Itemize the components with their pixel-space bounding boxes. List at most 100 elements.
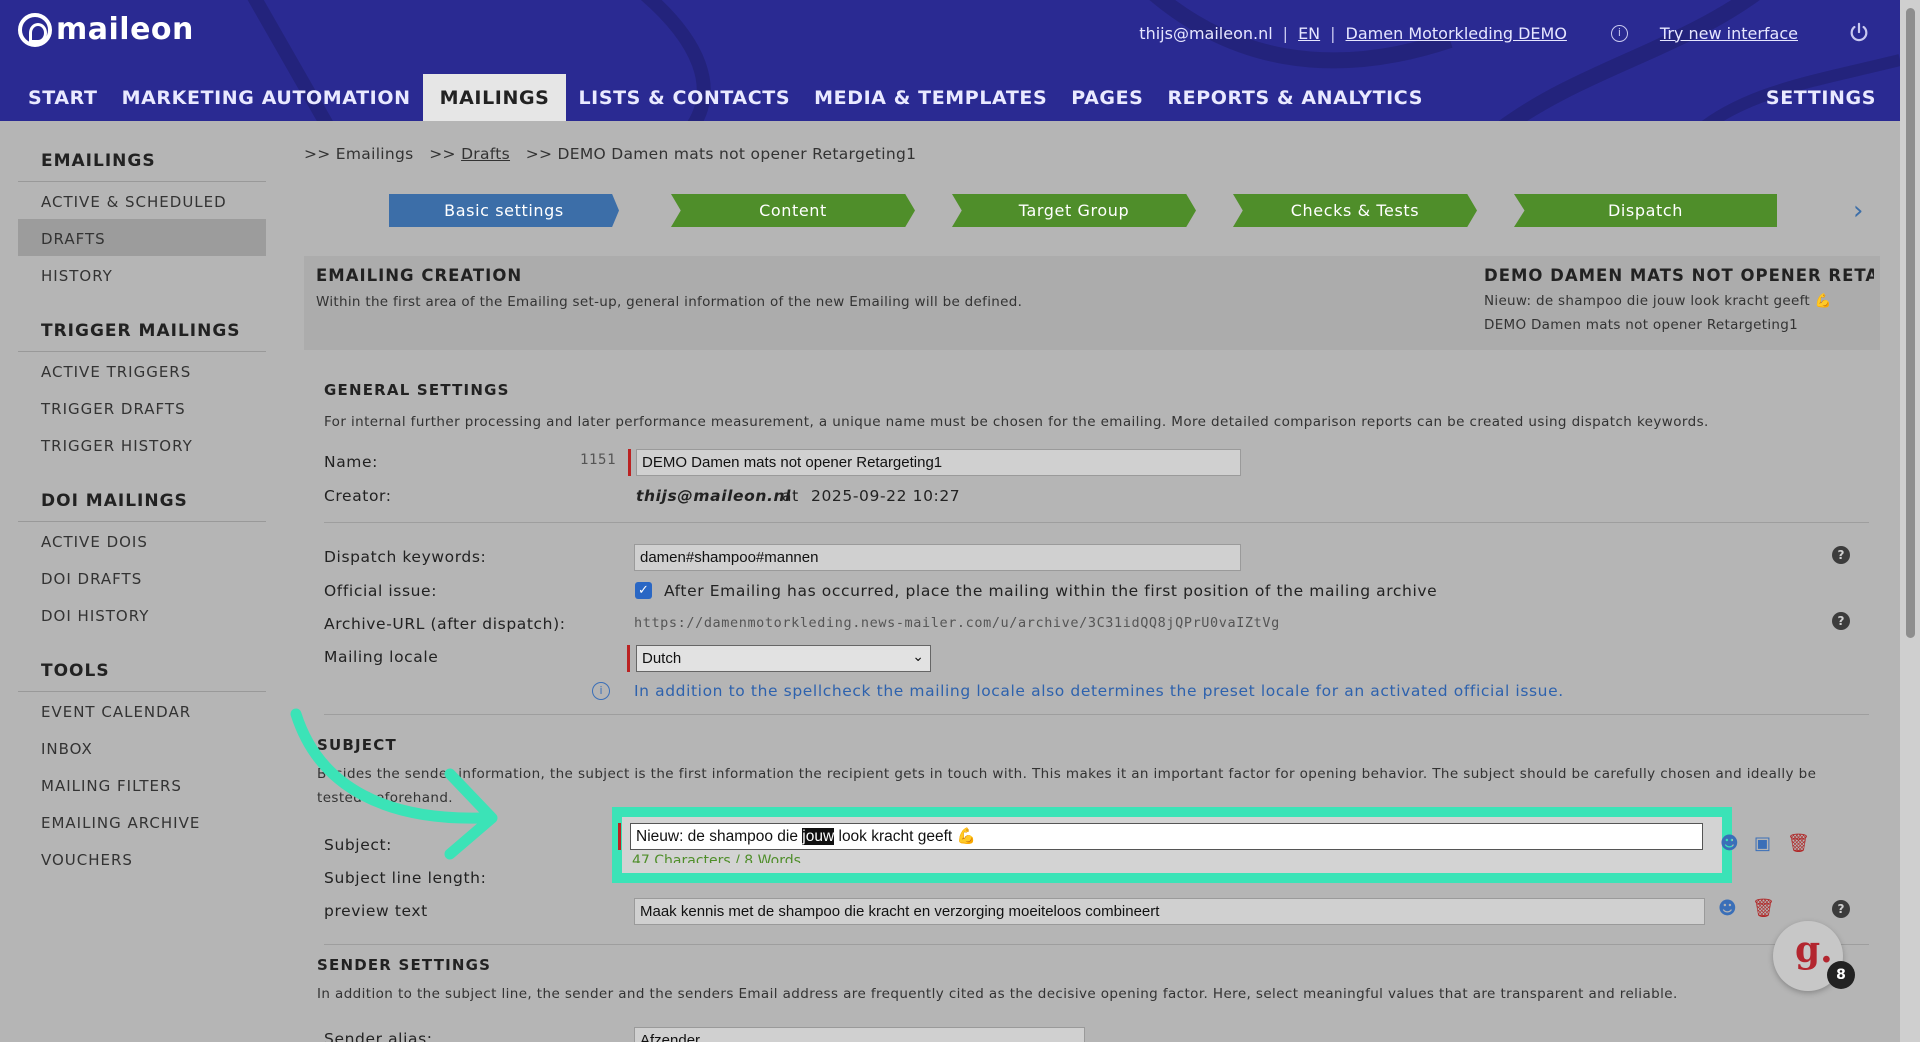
subject-selected-word: jouw	[802, 828, 835, 845]
mailing-locale-value: Dutch	[642, 650, 682, 667]
account-link[interactable]: Damen Motorkleding DEMO	[1346, 24, 1567, 43]
preview-text-input[interactable]: Maak kennis met de shampoo die kracht en…	[634, 898, 1705, 925]
sidebar-item-drafts[interactable]: DRAFTS	[18, 219, 266, 256]
name-input[interactable]: DEMO Damen mats not opener Retargeting1	[636, 449, 1241, 476]
language-link[interactable]: EN	[1298, 24, 1320, 43]
sender-alias-label: Sender alias:	[324, 1030, 433, 1042]
archive-url-value: https://damenmotorkleding.news-mailer.co…	[634, 615, 1280, 631]
step-content[interactable]: Content	[671, 194, 915, 227]
chat-logo: g.	[1795, 929, 1833, 971]
official-issue-checkbox[interactable]: ✓	[635, 582, 652, 599]
info-icon: i	[592, 682, 610, 700]
sidebar-group-title: TOOLS	[18, 661, 266, 692]
official-issue-label: Official issue:	[324, 582, 438, 600]
required-marker	[628, 449, 631, 476]
sidebar-item-doi-history[interactable]: DOI HISTORY	[18, 596, 266, 633]
nav-lists-contacts[interactable]: LISTS & CONTACTS	[566, 74, 802, 121]
help-icon[interactable]: ?	[1832, 546, 1850, 564]
subject-highlight-box: Nieuw: de shampoo die jouw look kracht g…	[612, 807, 1732, 883]
locale-note: In addition to the spellcheck the mailin…	[634, 682, 1564, 700]
sidebar-item-active-scheduled[interactable]: ACTIVE & SCHEDULED	[18, 182, 266, 219]
sender-settings-description: In addition to the subject line, the sen…	[317, 986, 1678, 1002]
step-target-group[interactable]: Target Group	[952, 194, 1196, 227]
subject-text-after: look kracht geeft 💪	[834, 828, 976, 845]
separator: |	[1282, 23, 1289, 43]
nav-settings[interactable]: SETTINGS	[1766, 87, 1876, 109]
main-nav: START MARKETING AUTOMATION MAILINGS LIST…	[16, 74, 1435, 121]
personalize-icon[interactable]: ▣	[1754, 833, 1771, 854]
sidebar-group-tools: TOOLS EVENT CALENDAR INBOX MAILING FILTE…	[18, 661, 266, 877]
divider	[324, 714, 1869, 715]
emoji-icon[interactable]: ☻	[1718, 898, 1737, 919]
nav-mailings[interactable]: MAILINGS	[422, 74, 567, 121]
breadcrumb-drafts-link[interactable]: Drafts	[461, 145, 510, 163]
sidebar-item-trigger-drafts[interactable]: TRIGGER DRAFTS	[18, 389, 266, 426]
sidebar-item-active-dois[interactable]: ACTIVE DOIS	[18, 522, 266, 559]
breadcrumb-emailings: >> Emailings	[304, 145, 414, 163]
sidebar-item-event-calendar[interactable]: EVENT CALENDAR	[18, 692, 266, 729]
sidebar-item-inbox[interactable]: INBOX	[18, 729, 266, 766]
try-new-interface-link[interactable]: Try new interface	[1660, 24, 1798, 43]
name-label: Name:	[324, 453, 378, 471]
maileon-logo[interactable]: maileon	[18, 12, 194, 47]
sidebar-group-trigger-mailings: TRIGGER MAILINGS ACTIVE TRIGGERS TRIGGER…	[18, 321, 266, 463]
mailing-id: 1151	[580, 452, 617, 468]
sidebar-item-history[interactable]: HISTORY	[18, 256, 266, 293]
separator: |	[1330, 23, 1336, 43]
sidebar-item-doi-drafts[interactable]: DOI DRAFTS	[18, 559, 266, 596]
subject-input[interactable]: Nieuw: de shampoo die jouw look kracht g…	[630, 823, 1703, 850]
user-bar: thijs@maileon.nl | EN | Damen Motorkledi…	[1139, 22, 1870, 44]
archive-url-label: Archive-URL (after dispatch):	[324, 615, 566, 633]
next-step-chevron-icon[interactable]: ›	[1853, 196, 1863, 226]
help-icon[interactable]: ?	[1832, 612, 1850, 630]
mailing-locale-label: Mailing locale	[324, 648, 439, 666]
subject-length-value: 47 Characters / 8 Words	[632, 853, 801, 863]
sidebar-item-active-triggers[interactable]: ACTIVE TRIGGERS	[18, 352, 266, 389]
logo-text: maileon	[56, 12, 194, 47]
notification-badge: 8	[1827, 961, 1855, 989]
chevron-down-icon: ⌄	[912, 648, 924, 664]
breadcrumb: >> Emailings >> Drafts >> DEMO Damen mat…	[304, 145, 916, 163]
help-icon[interactable]: ?	[1832, 900, 1850, 918]
sidebar-group-title: TRIGGER MAILINGS	[18, 321, 266, 352]
step-basic-settings[interactable]: Basic settings	[389, 194, 619, 227]
step-checks-tests[interactable]: Checks & Tests	[1233, 194, 1477, 227]
nav-marketing-automation[interactable]: MARKETING AUTOMATION	[110, 74, 423, 121]
dispatch-keywords-input[interactable]: damen#shampoo#mannen	[634, 544, 1241, 571]
scrollbar-thumb[interactable]	[1906, 8, 1915, 638]
creation-description: Within the first area of the Emailing se…	[316, 294, 1023, 310]
chat-widget-button[interactable]: g. 8	[1773, 921, 1855, 991]
summary-subject: Nieuw: de shampoo die jouw look kracht g…	[1484, 293, 1832, 309]
required-marker	[618, 823, 621, 850]
creation-title: EMAILING CREATION	[316, 266, 523, 285]
nav-media-templates[interactable]: MEDIA & TEMPLATES	[802, 74, 1059, 121]
trash-icon[interactable]: 🗑	[1787, 833, 1810, 854]
sender-alias-input[interactable]: Afzender	[634, 1027, 1085, 1042]
nav-reports-analytics[interactable]: REPORTS & ANALYTICS	[1155, 74, 1435, 121]
app-header: maileon thijs@maileon.nl | EN | Damen Mo…	[0, 0, 1900, 121]
creator-at: at	[782, 487, 799, 505]
sidebar-item-mailing-filters[interactable]: MAILING FILTERS	[18, 766, 266, 803]
divider	[324, 944, 1869, 945]
subject-section-description: Besides the sender information, the subj…	[317, 762, 1887, 810]
power-icon[interactable]	[1848, 22, 1870, 44]
sidebar-item-emailing-archive[interactable]: EMAILING ARCHIVE	[18, 803, 266, 840]
info-icon[interactable]: i	[1610, 24, 1628, 42]
step-dispatch[interactable]: Dispatch	[1514, 194, 1777, 227]
sidebar-item-vouchers[interactable]: VOUCHERS	[18, 840, 266, 877]
sidebar-item-trigger-history[interactable]: TRIGGER HISTORY	[18, 426, 266, 463]
preview-text-label: preview text	[324, 902, 428, 920]
page-scrollbar[interactable]	[1900, 0, 1920, 1042]
emoji-icon[interactable]: ☻	[1720, 833, 1739, 854]
sidebar-group-doi-mailings: DOI MAILINGS ACTIVE DOIS DOI DRAFTS DOI …	[18, 491, 266, 633]
mailing-locale-select[interactable]: Dutch ⌄	[636, 645, 931, 672]
general-settings-description: For internal further processing and late…	[324, 414, 1709, 430]
logo-mark-icon	[18, 12, 52, 47]
divider	[324, 522, 1869, 523]
trash-icon[interactable]: 🗑	[1752, 898, 1775, 919]
breadcrumb-current: >> DEMO Damen mats not opener Retargetin…	[525, 145, 917, 163]
nav-start[interactable]: START	[16, 74, 110, 121]
summary-name: DEMO Damen mats not opener Retargeting1	[1484, 317, 1799, 333]
mailing-summary: DEMO DAMEN MATS NOT OPENER RETA... Nieuw…	[1484, 266, 1874, 333]
nav-pages[interactable]: PAGES	[1059, 74, 1155, 121]
